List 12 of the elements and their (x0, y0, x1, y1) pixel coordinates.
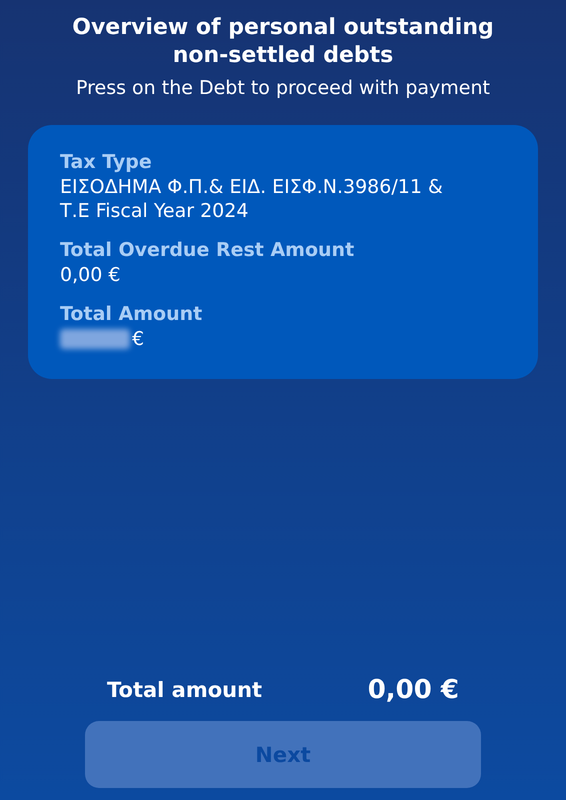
field-label: Total Overdue Rest Amount (60, 238, 356, 263)
field-value: ΕΙΣΟΔΗΜΑ Φ.Π.& ΕΙΔ. ΕΙΣΦ.Ν.3986/11 & Τ.Ε Fiscal Year 2024 (60, 175, 444, 223)
field-value: € (132, 327, 144, 351)
field-label: Tax Type (60, 150, 153, 175)
debt-card[interactable]: Tax Type ΕΙΣΟΔΗΜΑ Φ.Π.& ΕΙΔ. ΕΙΣΦ.Ν.3986/11 & Τ.Ε Fiscal Year 2024 Total Overdue Rest Amount 0,00 € Total Amount € (28, 125, 538, 379)
field-label: Total Amount (60, 302, 204, 327)
page-subtitle: Press on the Debt to proceed with payment (75, 76, 491, 101)
page-title: Overview of personal outstanding non-settled debts (71, 14, 495, 70)
blurred-amount (60, 329, 130, 349)
total-value: 0,00 € (368, 675, 459, 705)
field-value: 0,00 € (60, 263, 122, 287)
total-label: Total amount (107, 678, 262, 702)
